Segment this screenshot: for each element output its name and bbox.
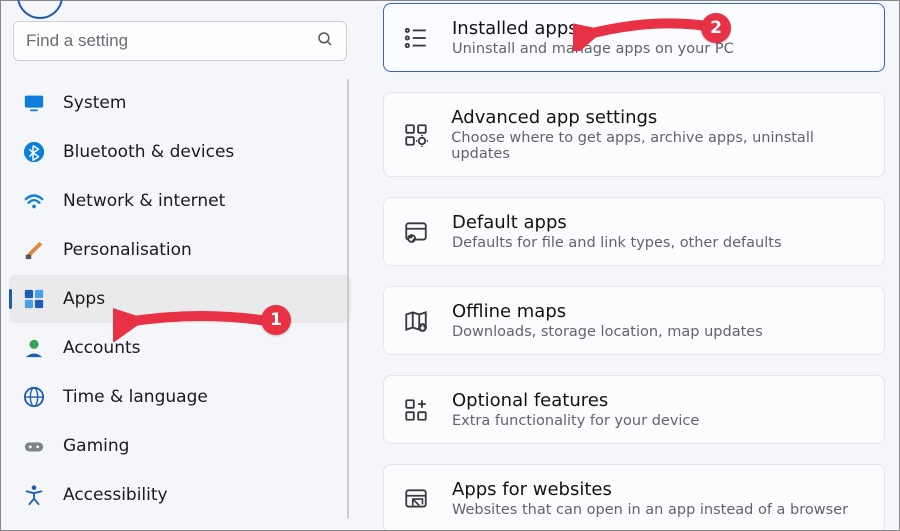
gamepad-icon bbox=[23, 435, 45, 457]
nav-label: Personalisation bbox=[63, 240, 192, 260]
card-apps-for-websites[interactable]: Apps for websites Websites that can open… bbox=[383, 464, 885, 530]
profile-avatar-edge bbox=[9, 1, 351, 13]
settings-window: System Bluetooth & devices Network & int… bbox=[1, 1, 899, 530]
browser-check-icon bbox=[402, 218, 430, 246]
search-settings-input[interactable] bbox=[13, 21, 347, 61]
sidebar-item-system[interactable]: System bbox=[9, 79, 351, 127]
card-subtitle: Extra functionality for your device bbox=[452, 413, 699, 429]
card-default-apps[interactable]: Default apps Defaults for file and link … bbox=[383, 197, 885, 266]
wifi-icon bbox=[23, 190, 45, 212]
list-icon bbox=[402, 24, 430, 52]
card-title: Default apps bbox=[452, 212, 782, 233]
nav-list: System Bluetooth & devices Network & int… bbox=[9, 79, 351, 519]
card-subtitle: Uninstall and manage apps on your PC bbox=[452, 41, 734, 57]
sidebar-item-gaming[interactable]: Gaming bbox=[9, 422, 351, 470]
card-offline-maps[interactable]: Offline maps Downloads, storage location… bbox=[383, 286, 885, 355]
card-subtitle: Defaults for file and link types, other … bbox=[452, 235, 782, 251]
websites-icon bbox=[402, 485, 430, 513]
nav-label: Network & internet bbox=[63, 191, 225, 211]
globe-clock-icon bbox=[23, 386, 45, 408]
sidebar: System Bluetooth & devices Network & int… bbox=[1, 1, 359, 530]
sidebar-item-accessibility[interactable]: Accessibility bbox=[9, 471, 351, 519]
search-icon bbox=[316, 30, 334, 52]
nav-label: Apps bbox=[63, 289, 105, 309]
apps-content: Installed apps Uninstall and manage apps… bbox=[359, 1, 899, 530]
card-title: Optional features bbox=[452, 390, 699, 411]
nav-label: System bbox=[63, 93, 126, 113]
nav-label: Accessibility bbox=[63, 485, 168, 505]
nav-label: Bluetooth & devices bbox=[63, 142, 234, 162]
sidebar-item-personalisation[interactable]: Personalisation bbox=[9, 226, 351, 274]
card-title: Apps for websites bbox=[452, 479, 848, 500]
apps-icon bbox=[23, 288, 45, 310]
display-icon bbox=[23, 92, 45, 114]
brush-icon bbox=[23, 239, 45, 261]
card-title: Advanced app settings bbox=[451, 107, 866, 128]
sidebar-item-accounts[interactable]: Accounts bbox=[9, 324, 351, 372]
accessibility-icon bbox=[23, 484, 45, 506]
person-icon bbox=[23, 337, 45, 359]
card-subtitle: Downloads, storage location, map updates bbox=[452, 324, 763, 340]
bluetooth-icon bbox=[23, 141, 45, 163]
card-optional-features[interactable]: Optional features Extra functionality fo… bbox=[383, 375, 885, 444]
card-subtitle: Choose where to get apps, archive apps, … bbox=[451, 130, 866, 162]
card-advanced-app-settings[interactable]: Advanced app settings Choose where to ge… bbox=[383, 92, 885, 177]
nav-label: Time & language bbox=[63, 387, 208, 407]
sidebar-item-network[interactable]: Network & internet bbox=[9, 177, 351, 225]
card-title: Offline maps bbox=[452, 301, 763, 322]
sidebar-item-time-language[interactable]: Time & language bbox=[9, 373, 351, 421]
nav-label: Accounts bbox=[63, 338, 141, 358]
apps-gear-icon bbox=[402, 121, 429, 149]
search-field[interactable] bbox=[26, 31, 316, 51]
card-installed-apps[interactable]: Installed apps Uninstall and manage apps… bbox=[383, 3, 885, 72]
sidebar-item-apps[interactable]: Apps bbox=[9, 275, 351, 323]
map-download-icon bbox=[402, 307, 430, 335]
card-subtitle: Websites that can open in an app instead… bbox=[452, 502, 848, 518]
sidebar-item-bluetooth[interactable]: Bluetooth & devices bbox=[9, 128, 351, 176]
nav-label: Gaming bbox=[63, 436, 129, 456]
add-feature-icon bbox=[402, 396, 430, 424]
card-title: Installed apps bbox=[452, 18, 734, 39]
